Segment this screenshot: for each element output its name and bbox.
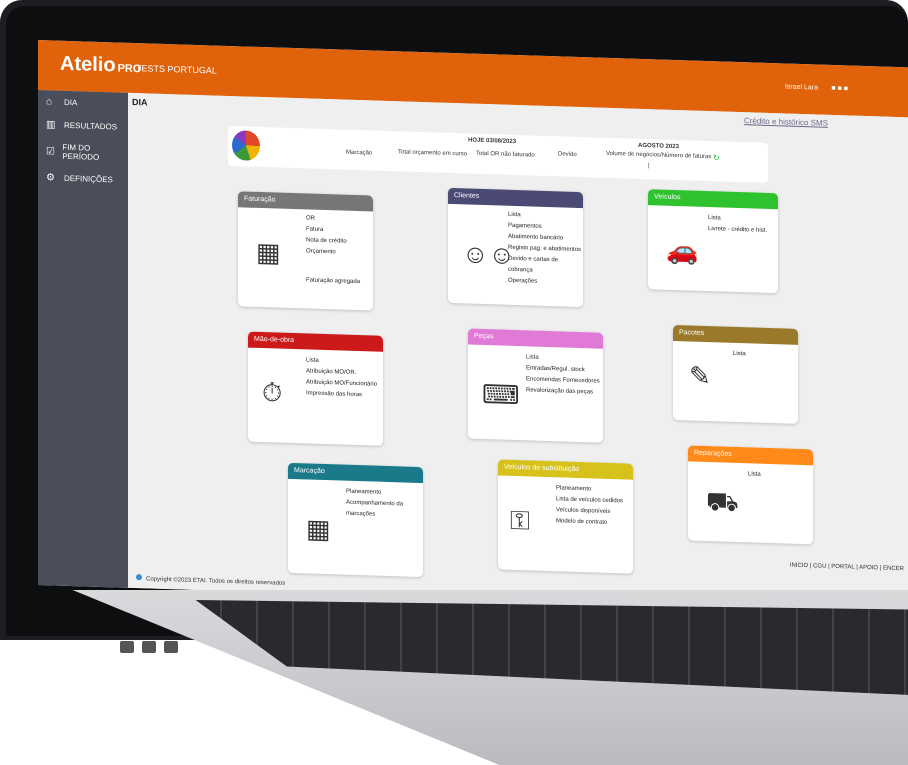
menu-item-faturacao-agregada[interactable]: Faturação agregada — [306, 275, 360, 288]
card-items: Lista — [748, 469, 761, 480]
card-faturacao[interactable]: Faturação OR Fatura Nota de crédito Orça… — [238, 191, 373, 311]
sidebar-item-resultados[interactable]: ▥ RESULTADOS — [38, 113, 128, 139]
menu-item-modelo-contrato[interactable]: Modelo de contrato — [556, 516, 623, 529]
app-logo[interactable]: Atelio PRO — [60, 53, 141, 79]
sidebar-item-definicoes[interactable]: ⚙ DEFINIÇÕES — [38, 166, 128, 192]
card-mao-de-obra[interactable]: Mão-de-obra Lista Atribuição MO/OR. Atri… — [248, 331, 383, 446]
card-title: Peças — [468, 328, 603, 349]
summary-col-orcamento: Total orçamento em curso — [398, 149, 468, 158]
atelio-mark-icon — [232, 130, 260, 161]
menu-item-livrete[interactable]: Livrete - crédito e hist. — [708, 224, 767, 237]
user-name[interactable]: Israel Lara — [785, 83, 818, 91]
card-clientes[interactable]: Clientes Lista Pagamentos Abatimento ban… — [448, 187, 583, 308]
card-items: Lista Livrete - crédito e hist. — [708, 213, 767, 237]
car-icon: 🚗 — [666, 234, 699, 266]
card-title: Clientes — [448, 187, 583, 209]
card-title: Faturação — [238, 191, 373, 212]
footer-links[interactable]: INÍCIO | CGU | PORTAL | APOIO | ENCER — [790, 563, 904, 573]
menu-item-orcamento[interactable]: Orçamento — [306, 246, 360, 259]
menu-item-acompanhamento[interactable]: Acompanhamento da marcações — [346, 498, 416, 522]
card-title: Reparações — [688, 445, 813, 466]
checklist-icon: ✎ — [689, 360, 711, 392]
page-title: DIA — [132, 96, 148, 108]
card-pacotes[interactable]: Pacotes Lista ✎ — [673, 324, 798, 424]
sidebar-item-dia[interactable]: ⌂ DIA — [38, 90, 128, 116]
card-reparacoes[interactable]: Reparações Lista ⛟ — [688, 445, 813, 545]
card-pecas[interactable]: Peças Lista Entradas/Regul. stock Encome… — [468, 328, 603, 443]
card-title: Pacotes — [673, 324, 798, 345]
app-screen: Atelio PRO TESTS PORTUGAL Israel Lara ■ ■… — [38, 40, 908, 613]
card-items: OR Fatura Nota de crédito Orçamento Fatu… — [306, 213, 360, 288]
menu-item-operacoes[interactable]: Operações — [508, 276, 583, 289]
card-veiculos[interactable]: Veículos Lista Livrete - crédito e hist.… — [648, 189, 778, 294]
cash-register-icon: ▦ — [256, 236, 281, 268]
card-title: Marcação — [288, 462, 423, 484]
card-title: Veículos de substituição — [498, 459, 633, 480]
month-label: AGOSTO 2023 — [638, 142, 679, 151]
stopwatch-icon: ⏱ — [262, 377, 283, 408]
card-items: Lista Pagamentos Abatimento bancário Reg… — [508, 210, 583, 289]
card-items: Lista — [733, 349, 746, 360]
menu-item-revalorizacao[interactable]: Revalorização das peças — [526, 385, 600, 398]
calendar-check-icon: ☑ — [46, 145, 55, 158]
today-label: HOJE 03/08/2023 — [468, 137, 517, 146]
menu-item-lista[interactable]: Lista — [733, 349, 746, 360]
card-items: Planeamento Acompanhamento da marcações — [346, 487, 416, 522]
copyright-text: Copyright ©2023 ETAI. Todos os direitos … — [146, 576, 286, 587]
sidebar-item-fim-do-periodo[interactable]: ☑ FIM DO PERÍODO — [38, 136, 128, 169]
calendar-icon: ▦ — [306, 513, 331, 545]
sidebar: ⌂ DIA ▥ RESULTADOS ☑ FIM DO PERÍODO ⚙ DEFINI… — [38, 90, 128, 588]
card-items: Planeamento Lista de veículos cedidos Ve… — [556, 483, 623, 529]
menu-item-impressao-horas[interactable]: Impressão das horas — [306, 388, 377, 401]
refresh-icon[interactable]: ↻ — [713, 153, 720, 162]
chart-icon: ▥ — [46, 119, 56, 131]
summary-panel: HOJE 03/08/2023 AGOSTO 2023 Marcação Tot… — [228, 125, 768, 183]
company-name: TESTS PORTUGAL — [136, 63, 217, 76]
laptop-ports — [120, 640, 230, 670]
sms-link[interactable]: Crédito e histórico SMS — [744, 116, 828, 128]
summary-divider: | — [648, 163, 650, 170]
menu-item-lista[interactable]: Lista — [748, 469, 761, 480]
summary-col-volume: Volume de negócios/Número de faturas — [606, 150, 712, 161]
card-title: Mão-de-obra — [248, 331, 383, 352]
menu-item-devido[interactable]: Devido e cartas de cobrança — [508, 254, 583, 278]
card-veiculos-substituicao[interactable]: Veículos de substituição Planeamento Lis… — [498, 459, 633, 574]
main-content: DIA Crédito e histórico SMS HOJE 03/08/2… — [128, 92, 908, 613]
summary-col-or: Total OR não faturado — [476, 150, 535, 159]
key-car-icon: ⚿ — [510, 504, 530, 536]
parts-icon: ⌨ — [482, 378, 520, 411]
home-icon: ⌂ — [46, 96, 53, 108]
summary-col-devido: Devido — [558, 151, 577, 158]
summary-col-marcacao: Marcação — [346, 149, 373, 157]
card-items: Lista Atribuição MO/OR. Atribuição MO/Fu… — [306, 355, 377, 401]
gear-icon: ⚙ — [46, 172, 55, 184]
people-icon: ☺☺ — [462, 238, 516, 270]
card-title: Veículos — [648, 189, 778, 210]
tow-truck-icon: ⛟ — [706, 485, 739, 518]
card-marcacao[interactable]: Marcação Planeamento Acompanhamento da m… — [288, 462, 423, 578]
etai-dot-icon — [136, 574, 142, 581]
language-flags-icon[interactable]: ■ ■ ■ — [831, 85, 848, 93]
card-items: Lista Entradas/Regul. stock Encomendas F… — [526, 352, 600, 398]
footer: Copyright ©2023 ETAI. Todos os direitos … — [136, 574, 285, 587]
